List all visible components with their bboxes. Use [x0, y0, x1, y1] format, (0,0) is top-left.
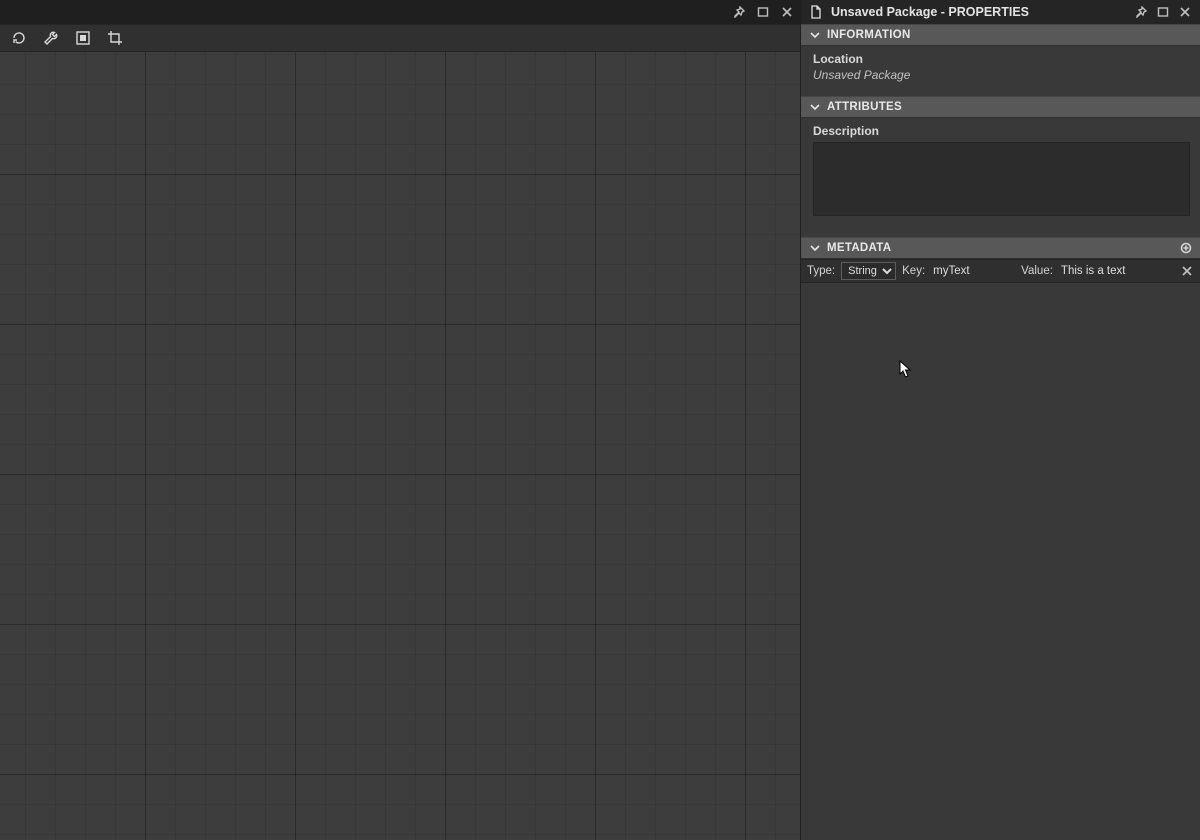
location-label: Location: [813, 52, 1190, 66]
metadata-key-label: Key:: [902, 265, 925, 277]
description-input[interactable]: [813, 142, 1190, 216]
add-metadata-icon[interactable]: [1180, 242, 1192, 254]
crop-icon[interactable]: [106, 29, 124, 47]
metadata-type-select[interactable]: String: [841, 262, 896, 280]
maximize-icon[interactable]: [756, 5, 770, 19]
chevron-down-icon: [809, 101, 821, 113]
pin-icon[interactable]: [1134, 5, 1148, 19]
graph-titlebar: [0, 0, 800, 24]
chevron-down-icon: [809, 242, 821, 254]
graph-canvas[interactable]: [0, 52, 800, 840]
section-header-information[interactable]: INFORMATION: [801, 24, 1200, 46]
properties-title: Unsaved Package - PROPERTIES: [831, 5, 1126, 19]
metadata-key-input[interactable]: [931, 262, 1015, 280]
maximize-icon[interactable]: [1156, 5, 1170, 19]
app-root: Unsaved Package - PROPERTIES INFORMATION…: [0, 0, 1200, 840]
section-body-attributes: Description: [801, 118, 1200, 229]
document-icon: [809, 5, 823, 19]
chevron-down-icon: [809, 29, 821, 41]
metadata-type-label: Type:: [807, 265, 835, 277]
metadata-value-input[interactable]: [1059, 262, 1155, 280]
metadata-value-label: Value:: [1021, 265, 1053, 277]
section-header-attributes[interactable]: ATTRIBUTES: [801, 96, 1200, 118]
section-title-metadata: METADATA: [827, 242, 891, 254]
section-body-information: Location Unsaved Package: [801, 46, 1200, 96]
graph-panel: [0, 0, 800, 840]
graph-toolbar: [0, 24, 800, 52]
properties-titlebar: Unsaved Package - PROPERTIES: [801, 0, 1200, 24]
pin-icon[interactable]: [732, 5, 746, 19]
output-icon[interactable]: [74, 29, 92, 47]
spacer: [801, 229, 1200, 237]
wrench-icon[interactable]: [42, 29, 60, 47]
refresh-icon[interactable]: [10, 29, 28, 47]
location-value: Unsaved Package: [813, 68, 1190, 82]
close-icon[interactable]: [1178, 5, 1192, 19]
metadata-row: Type: String Key: Value:: [801, 259, 1200, 283]
properties-panel: Unsaved Package - PROPERTIES INFORMATION…: [800, 0, 1200, 840]
metadata-row-delete-icon[interactable]: [1180, 264, 1194, 278]
section-title-information: INFORMATION: [827, 29, 911, 41]
section-header-metadata[interactable]: METADATA: [801, 237, 1200, 259]
close-icon[interactable]: [780, 5, 794, 19]
section-title-attributes: ATTRIBUTES: [827, 101, 902, 113]
description-label: Description: [813, 124, 1190, 138]
